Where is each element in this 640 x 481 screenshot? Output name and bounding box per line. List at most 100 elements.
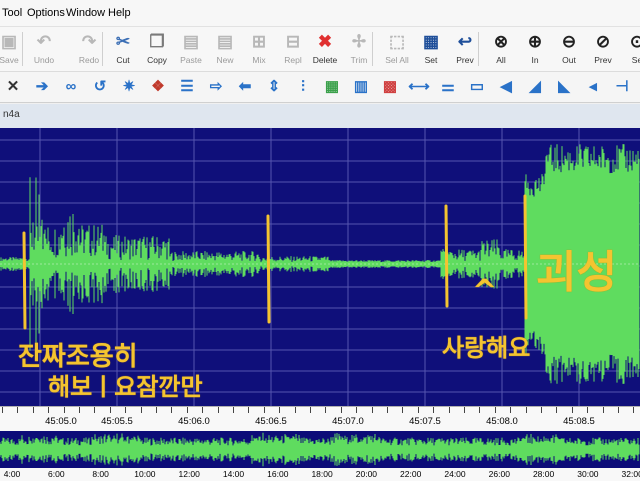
ruler-time-label: 45:07.0 [332, 416, 364, 427]
overview-time-label: 6:00 [48, 469, 65, 479]
menu-window[interactable]: Window [66, 7, 105, 19]
overview-time-ruler: 4:00 6:00 8:00 10:00 12:00 14:00 16:00 18:00 20:… [0, 468, 640, 481]
toolbar-mix-button[interactable]: ⊞ Mix [242, 29, 276, 69]
annotation-marker-line [523, 194, 528, 320]
speaker-minus-icon[interactable]: ⊣ [611, 76, 633, 98]
fade-in-icon[interactable]: ◢ [524, 76, 546, 98]
cross-icon[interactable]: ✕ [2, 76, 24, 98]
all-icon: ⊗ [493, 32, 509, 51]
spectrum-icon[interactable]: ▦ [321, 76, 343, 98]
effects-toolbar: ✕ ➔ ∞ ↺ ✷ ❖ ☰ ⇨ ⬅ ⇕ ⫶ ▦ ▥ ▩ ⟷ ⚌ ▭ ◀ ◢ ◣ ◂ ⊣ [0, 72, 640, 103]
ruler-tick [587, 407, 588, 413]
toolbar-button-label: Mix [252, 55, 266, 65]
updown-icon[interactable]: ⇕ [263, 76, 285, 98]
menu-bar: Tool Options Window Help [0, 0, 640, 27]
overview-time-label: 18:00 [311, 469, 333, 479]
toolbar-set-button[interactable]: ▦ Set [414, 29, 448, 69]
menu-tool[interactable]: Tool [2, 7, 22, 19]
sel-all-icon: ⬚ [388, 32, 406, 51]
annotation-love: 사랑해요 [442, 334, 531, 362]
new-icon: ▤ [216, 32, 234, 51]
palette-icon[interactable]: ❖ [147, 76, 169, 98]
se-icon: ⊙ [629, 32, 640, 51]
color-bars-icon[interactable]: ▩ [379, 76, 401, 98]
ruler-tick [433, 407, 434, 413]
toolbar-all-button[interactable]: ⊗ All [484, 29, 518, 69]
delete-icon: ✖ [317, 32, 333, 51]
toolbar-prev-button[interactable]: ↩ Prev [448, 29, 482, 69]
toolbar-button-label: Redo [78, 55, 100, 65]
toolbar-save-button[interactable]: ▣ Save [0, 29, 26, 69]
document-tab-title[interactable]: n4a [3, 109, 20, 120]
gear-icon[interactable]: ✷ [118, 76, 140, 98]
toolbar-delete-button[interactable]: ✖ Delete [308, 29, 342, 69]
ruler-tick [187, 407, 188, 413]
ruler-tick [295, 407, 296, 413]
ruler-tick [372, 407, 373, 413]
ruler-tick [94, 407, 95, 413]
ruler-tick [356, 407, 357, 413]
menu-help[interactable]: Help [108, 7, 131, 19]
return-icon[interactable]: ↺ [89, 76, 111, 98]
time-ruler[interactable]: 45:05.0 45:05.5 45:06.0 45:06.5 45:07.0 45:07… [0, 406, 640, 432]
toolbar-se-button[interactable]: ⊙ Se [620, 29, 640, 69]
toolbar-trim-button[interactable]: ✢ Trim [342, 29, 376, 69]
toolbar-sel-all-button[interactable]: ⬚ Sel All [380, 29, 414, 69]
ruler-tick [156, 407, 157, 413]
forward-icon[interactable]: ⇨ [205, 76, 227, 98]
toolbar-new-button[interactable]: ▤ New [208, 29, 242, 69]
overview-time-label: 28:00 [532, 469, 555, 479]
back-icon[interactable]: ⬅ [234, 76, 256, 98]
toolbar-button-label: Trim [350, 55, 368, 65]
equalizer-icon[interactable]: ⫶ [292, 76, 314, 98]
ruler-tick [64, 407, 65, 413]
loop-icon[interactable]: ∞ [60, 76, 82, 98]
ruler-tick [2, 407, 3, 413]
ruler-tick [17, 407, 18, 413]
toolbar-button-label: All [496, 55, 506, 65]
toolbar-prev-button[interactable]: ⊘ Prev [586, 29, 620, 69]
ruler-tick [141, 407, 142, 413]
toolbar-button-label: Repl [284, 55, 302, 65]
toolbar-in-button[interactable]: ⊕ In [518, 29, 552, 69]
cut-icon: ✂ [115, 32, 131, 51]
toolbar-undo-button[interactable]: ↶ Undo [27, 29, 61, 69]
overview-time-label: 22:00 [400, 469, 422, 479]
toolbar-button-label: Prev [456, 55, 474, 65]
arrow-right-icon[interactable]: ➔ [31, 76, 53, 98]
overview-waveform[interactable] [0, 431, 640, 468]
ruler-tick [341, 407, 342, 413]
fade-out-icon[interactable]: ◣ [553, 76, 575, 98]
toolbar-paste-button[interactable]: ▤ Paste [174, 29, 208, 69]
volume-icon[interactable]: ◀ [495, 76, 517, 98]
toolbar-button-label: Copy [147, 55, 167, 65]
overview-time-label: 10:00 [134, 469, 156, 479]
ruler-tick [33, 407, 34, 413]
toolbar-copy-button[interactable]: ❐ Copy [140, 29, 174, 69]
bed-icon[interactable]: ⚌ [437, 76, 459, 98]
ruler-tick [510, 407, 511, 413]
toolbar-repl-button[interactable]: ⊟ Repl [276, 29, 310, 69]
box-icon[interactable]: ▭ [466, 76, 488, 98]
toolbar-button-label: Se [631, 55, 640, 65]
list-icon[interactable]: ☰ [176, 76, 198, 98]
ruler-tick [479, 407, 480, 413]
undo-icon: ↶ [36, 32, 52, 51]
overview-time-label: 8:00 [92, 469, 109, 479]
ruler-time-label: 45:05.0 [45, 416, 77, 427]
ruler-tick [449, 407, 450, 413]
toolbar-out-button[interactable]: ⊖ Out [552, 29, 586, 69]
toolbar-button-label: Paste [180, 55, 202, 65]
menu-options[interactable]: Options [27, 7, 65, 19]
bars-icon[interactable]: ▥ [350, 76, 372, 98]
ruler-tick [495, 407, 496, 413]
ruler-tick [233, 407, 234, 413]
toolbar-cut-button[interactable]: ✂ Cut [106, 29, 140, 69]
toolbar-button-label: Save [0, 55, 19, 65]
toolbar-redo-button[interactable]: ↷ Redo [72, 29, 106, 69]
prev-icon: ↩ [457, 32, 473, 51]
reverse-icon[interactable]: ⟷ [408, 76, 430, 98]
ruler-tick [264, 407, 265, 413]
ruler-time-label: 45:06.5 [255, 416, 287, 427]
speaker-icon[interactable]: ◂ [582, 76, 604, 98]
